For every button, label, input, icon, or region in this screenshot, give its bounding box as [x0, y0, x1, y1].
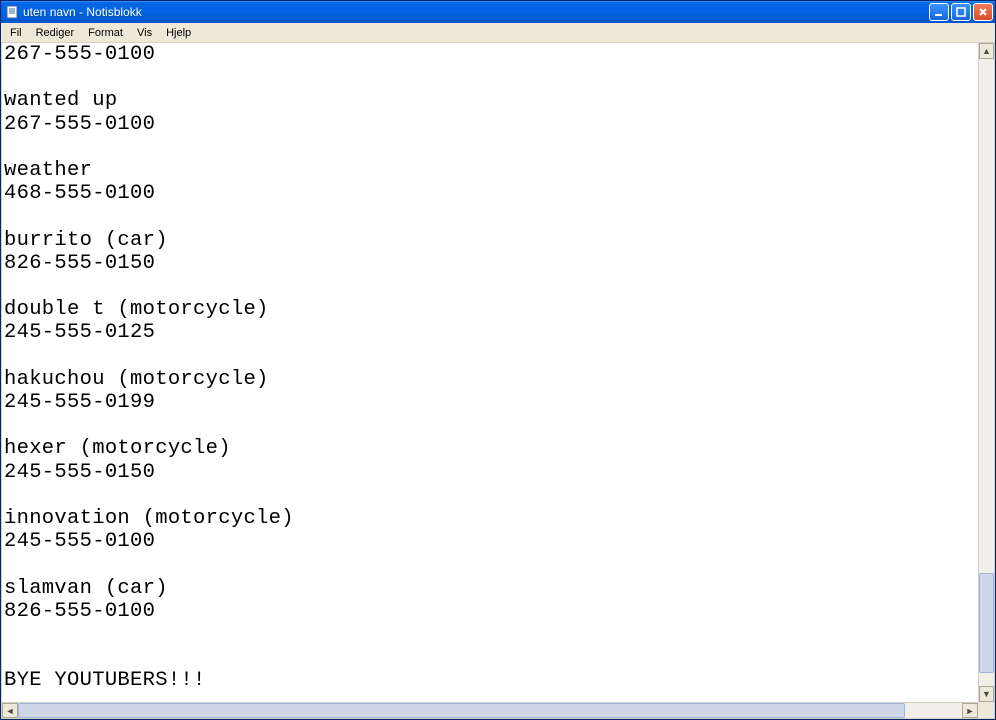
- hscroll-thumb[interactable]: [18, 703, 905, 718]
- menu-edit[interactable]: Rediger: [29, 25, 82, 41]
- close-button[interactable]: [973, 3, 993, 21]
- menubar: Fil Rediger Format Vis Hjelp: [1, 23, 995, 43]
- scroll-corner: [978, 702, 994, 718]
- scroll-up-arrow-icon[interactable]: ▲: [979, 43, 994, 59]
- menu-format[interactable]: Format: [81, 25, 130, 41]
- window-title: uten navn - Notisblokk: [23, 5, 142, 19]
- titlebar[interactable]: uten navn - Notisblokk: [1, 1, 995, 23]
- vertical-scrollbar[interactable]: ▲ ▼: [978, 43, 994, 702]
- menu-file[interactable]: Fil: [3, 25, 29, 41]
- scroll-right-arrow-icon[interactable]: ►: [962, 703, 978, 718]
- menu-view[interactable]: Vis: [130, 25, 159, 41]
- horizontal-scrollbar[interactable]: ◄ ►: [2, 702, 978, 718]
- hscroll-track[interactable]: [18, 703, 962, 718]
- text-area[interactable]: 267-555-0100 wanted up 267-555-0100 weat…: [2, 43, 978, 702]
- close-icon: [978, 7, 988, 17]
- vscroll-thumb[interactable]: [979, 573, 994, 673]
- client-area: 267-555-0100 wanted up 267-555-0100 weat…: [1, 43, 995, 719]
- text-area-wrap: 267-555-0100 wanted up 267-555-0100 weat…: [2, 43, 994, 702]
- maximize-button[interactable]: [951, 3, 971, 21]
- notepad-icon: [5, 5, 19, 19]
- app-window: uten navn - Notisblokk Fil Rediger Forma…: [0, 0, 996, 720]
- vscroll-track[interactable]: [979, 59, 994, 686]
- maximize-icon: [956, 7, 966, 17]
- bottom-scroll-row: ◄ ►: [2, 702, 994, 718]
- scroll-left-arrow-icon[interactable]: ◄: [2, 703, 18, 718]
- menu-help[interactable]: Hjelp: [159, 25, 198, 41]
- minimize-button[interactable]: [929, 3, 949, 21]
- minimize-icon: [934, 7, 944, 17]
- scroll-down-arrow-icon[interactable]: ▼: [979, 686, 994, 702]
